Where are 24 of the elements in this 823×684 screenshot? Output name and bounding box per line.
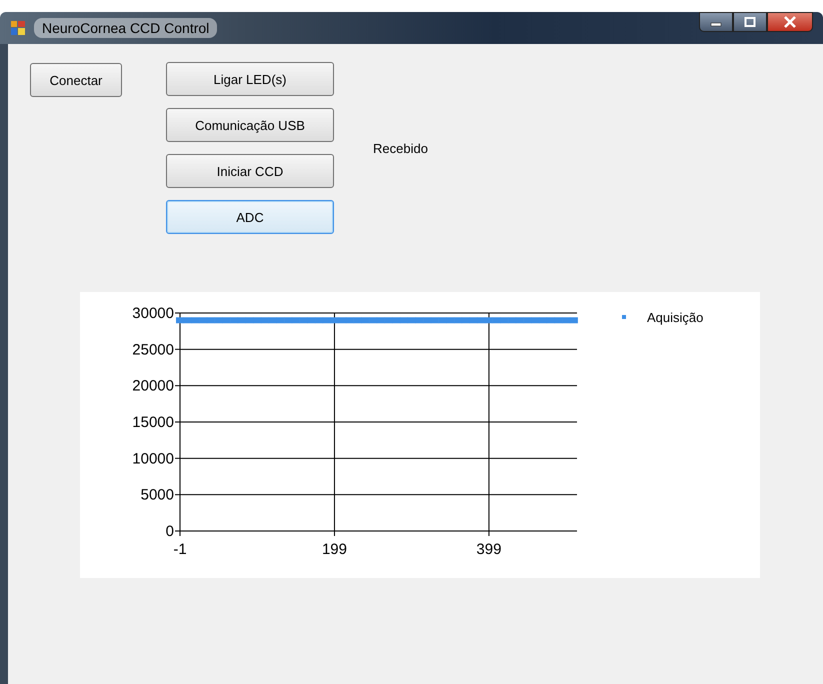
close-icon (783, 16, 797, 28)
legend-label: Aquisição (647, 310, 704, 325)
connect-button[interactable]: Conectar (30, 63, 122, 97)
x-tick-label: 199 (322, 541, 347, 558)
app-icon (10, 20, 26, 36)
x-tick-label: 399 (476, 541, 502, 558)
minimize-button[interactable] (699, 12, 733, 32)
received-label: Recebido (373, 141, 428, 156)
window-title: NeuroCornea CCD Control (34, 18, 218, 38)
y-tick-label: 15000 (132, 414, 174, 431)
x-tick-label: -1 (173, 541, 187, 558)
y-tick-label: 5000 (140, 486, 174, 504)
y-tick-label: 0 (166, 523, 174, 540)
y-tick-label: 20000 (132, 378, 174, 395)
action-button[interactable]: ADC (166, 200, 334, 234)
y-tick-label: 30000 (132, 305, 174, 322)
action-button[interactable]: Comunicação USB (166, 108, 334, 142)
y-tick-label: 10000 (132, 450, 174, 468)
maximize-icon (744, 17, 756, 27)
action-button[interactable]: Iniciar CCD (166, 154, 334, 188)
close-button[interactable] (767, 12, 813, 32)
y-tick-label: 25000 (132, 341, 174, 358)
maximize-button[interactable] (733, 12, 767, 32)
action-button[interactable]: Ligar LED(s) (166, 62, 334, 96)
